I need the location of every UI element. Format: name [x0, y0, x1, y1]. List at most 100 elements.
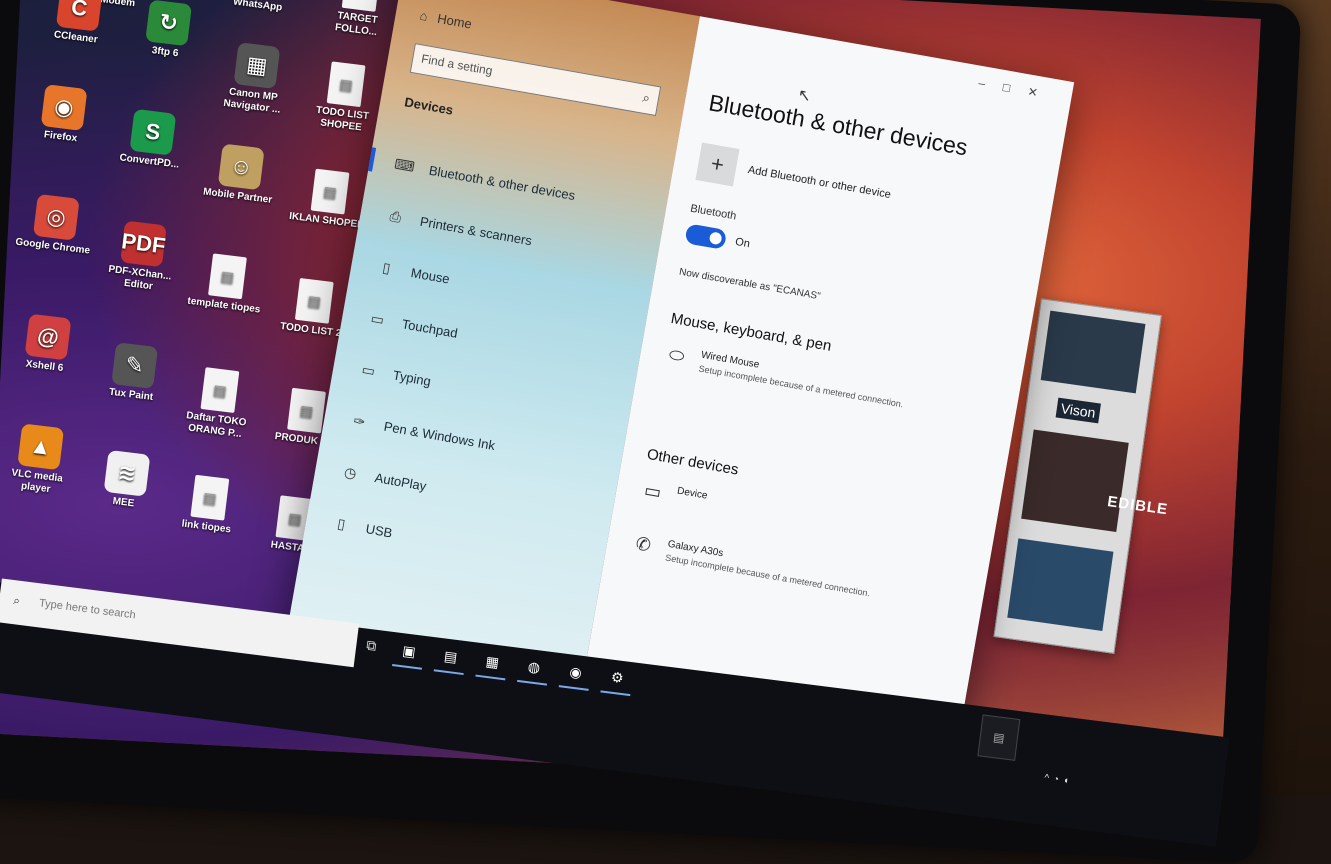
desktop-icon-label: PDF-XChan... Editor	[107, 263, 172, 293]
desktop-icon-label: MEE	[111, 495, 135, 510]
desktop-icon[interactable]: ☺ Mobile Partner	[198, 141, 282, 207]
desktop-icon[interactable]: ▦ Canon MP Navigator ...	[212, 40, 298, 118]
nav-item-label: Bluetooth & other devices	[427, 162, 577, 203]
desktop-icon-label: Tux Paint	[108, 386, 154, 404]
home-label: Home	[436, 10, 473, 32]
nav-item-label: USB	[364, 520, 394, 541]
phone-icon: ✆	[634, 533, 653, 556]
app-icon: S	[129, 108, 177, 156]
desktop-icon-label: VLC media player	[10, 467, 64, 496]
nav-home[interactable]: ⌂ Home	[419, 8, 483, 34]
desktop-icon[interactable]: PDF PDF-XChan... Editor	[99, 218, 185, 296]
close-icon[interactable]: ✕	[1027, 84, 1057, 103]
mouse-cursor-icon: ↖	[796, 86, 813, 106]
notification-thumbnail[interactable]: ▤	[977, 714, 1021, 761]
desktop-icon[interactable]: ✆WhatsApp	[218, 0, 302, 16]
toggle-switch[interactable]	[684, 223, 728, 250]
nav-category-title: Devices	[403, 94, 455, 118]
app-icon: ▤	[310, 168, 350, 215]
desktop-icon-label: CCleaner	[53, 29, 99, 46]
app-icon: ▤	[341, 0, 381, 12]
mouse-icon: ▯	[381, 258, 392, 276]
desktop-icon-label: TODO LIST SHOPEE	[315, 104, 370, 134]
desktop-icon[interactable]: ▤ Daftar TOKO ORANG P...	[175, 364, 261, 442]
task-view-icon[interactable]: ⧉	[365, 637, 378, 655]
desktop-icon[interactable]: C CCleaner	[36, 0, 120, 49]
taskbar-app-icon[interactable]: ▤	[433, 639, 468, 676]
taskbar-app-icon[interactable]: ◉	[558, 655, 593, 691]
desktop-icon[interactable]: ≋ MEE	[84, 448, 168, 514]
app-icon: ▤	[200, 367, 240, 413]
desktop-icon[interactable]: @ Xshell 6	[5, 311, 89, 377]
taskbar-search-placeholder: Type here to search	[38, 597, 137, 622]
desktop-icon[interactable]: ✎ Tux Paint	[92, 340, 176, 406]
desktop-icon[interactable]: ▤ template tiopes	[184, 251, 268, 317]
bluetooth-toggle[interactable]: On	[684, 223, 751, 254]
minimize-icon[interactable]: –	[977, 76, 1004, 94]
app-icon: ≋	[103, 449, 151, 497]
desktop-icon-label: Xshell 6	[25, 358, 64, 375]
desktop-icon[interactable]: S ConvertPD...	[110, 107, 194, 173]
app-icon: ▲	[17, 423, 65, 471]
add-device-button[interactable]: + Add Bluetooth or other device	[695, 142, 894, 214]
keyboard-icon: ▭	[360, 360, 377, 379]
desktop-icon[interactable]: ◉ Firefox	[21, 82, 105, 148]
desktop-icon-label: Canon MP Navigator ...	[222, 86, 281, 116]
nav-item-label: Typing	[391, 366, 433, 389]
section-heading-other-devices: Other devices	[645, 445, 740, 479]
search-icon: ⌕	[12, 593, 21, 608]
desktop-icon-label: Mobile Partner	[202, 186, 273, 206]
touchpad-icon: ▭	[369, 309, 386, 328]
nav-item-label: Touchpad	[400, 315, 459, 341]
desktop-icon-label: WhatsApp	[232, 0, 283, 14]
desktop-icon[interactable]: ▤TARGET FOLLO...	[317, 0, 403, 41]
device-name: Device	[676, 485, 709, 502]
desktop-icon-label: 3ftp 6	[151, 45, 179, 60]
add-device-label: Add Bluetooth or other device	[746, 163, 892, 201]
app-icon: ◎	[32, 193, 80, 241]
app-icon: ▤	[287, 387, 326, 434]
autoplay-icon: ◷	[343, 463, 358, 481]
taskbar-app-icon[interactable]: ▣	[392, 634, 426, 670]
desktop-icon[interactable]: ▤ TODO LIST SHOPEE	[302, 59, 388, 137]
mouse-icon: ⬭	[667, 344, 687, 367]
discoverable-text: Now discoverable as "ECANAS"	[678, 266, 822, 303]
search-placeholder: Find a setting	[420, 51, 494, 78]
home-icon: ⌂	[418, 7, 429, 24]
desktop-icon-label: Google Chrome	[14, 236, 91, 257]
system-tray[interactable]: ^◔◖	[1044, 773, 1074, 788]
device-wired-mouse[interactable]: ⬭ Wired Mouse Setup incomplete because o…	[662, 343, 918, 412]
printer-icon: ⎙	[388, 207, 403, 225]
desktop-icon-label: link tiopes	[181, 518, 232, 536]
search-icon: ⌕	[641, 89, 652, 106]
desktop-icon-label: template tiopes	[186, 295, 261, 316]
volume-icon[interactable]: ◖	[1062, 775, 1073, 787]
desktop-icon[interactable]: ▤ link tiopes	[167, 472, 251, 538]
device-generic[interactable]: ▭ Device	[639, 479, 709, 511]
taskbar-app-icon[interactable]: ◍	[517, 650, 551, 686]
app-icon: ▤	[294, 277, 334, 324]
window-controls[interactable]: –□✕	[977, 76, 1056, 103]
app-icon: ▤	[190, 474, 230, 521]
app-thumbnail	[1021, 429, 1129, 532]
taskbar-app-icon[interactable]: ▦	[475, 644, 510, 681]
app-icon: ☺	[217, 143, 265, 191]
desktop-icon[interactable]: ▲ VLC media player	[0, 421, 82, 499]
taskbar-app-icon[interactable]: ⚙	[600, 660, 635, 697]
desktop-icon-label: IKLAN SHOPEE	[288, 210, 365, 231]
app-icon: ↻	[145, 0, 193, 47]
app-label: Vison	[1055, 397, 1101, 424]
usb-icon: ▯	[336, 514, 347, 532]
desktop-icon[interactable]: ◎ Google Chrome	[13, 192, 97, 258]
app-icon: C	[55, 0, 103, 32]
bluetooth-icon: ⌨	[393, 155, 417, 175]
device-icon: ▭	[642, 479, 663, 503]
maximize-icon[interactable]: □	[1002, 80, 1029, 98]
desktop-icon[interactable]: ↻ 3ftp 6	[126, 0, 210, 63]
desktop-icon-label: Firefox	[43, 129, 78, 145]
desktop-icon-label: TARGET FOLLO...	[334, 10, 379, 39]
nav-item-label: Mouse	[409, 264, 451, 287]
device-galaxy-phone[interactable]: ✆ Galaxy A30s Setup incomplete because o…	[629, 532, 885, 601]
nav-item-label: Printers & scanners	[418, 213, 534, 248]
desktop-icon-label: Daftar TOKO ORANG P...	[185, 410, 247, 441]
